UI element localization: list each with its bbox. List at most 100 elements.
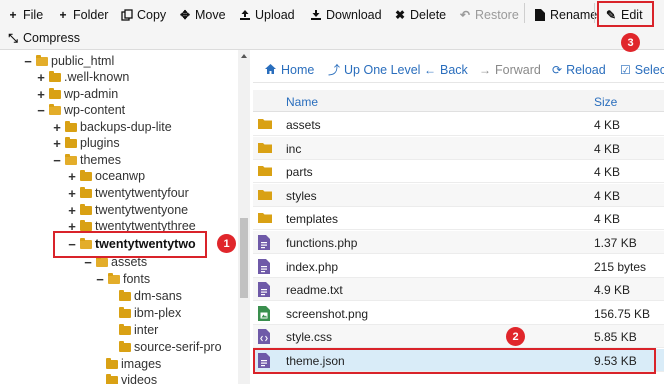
file-name: screenshot.png	[286, 306, 369, 321]
folder-icon	[65, 136, 77, 148]
rename-button[interactable]: Rename	[534, 4, 597, 26]
tree-highlight-box	[53, 231, 207, 258]
forward-button[interactable]: → Forward	[479, 63, 541, 77]
restore-button-label: Restore	[475, 8, 519, 22]
folder-icon	[258, 211, 272, 226]
table-row[interactable]: screenshot.png 156.75 KB	[253, 302, 664, 325]
tree-item-source-serif-pro[interactable]: source-serif-pro	[117, 339, 222, 355]
collapse-icon[interactable]: −	[51, 153, 63, 168]
scrollbar-thumb[interactable]	[240, 218, 248, 298]
restore-button[interactable]: ↶ Restore	[459, 4, 519, 26]
step-badge-2: 2	[506, 327, 525, 346]
table-row[interactable]: parts 4 KB	[253, 160, 664, 184]
file-size: 215 bytes	[594, 259, 647, 274]
tree-item-twentytwentyfour[interactable]: + twentytwentyfour	[66, 185, 189, 201]
expand-icon[interactable]: +	[35, 70, 47, 85]
delete-button[interactable]: ✖ Delete	[394, 4, 446, 26]
tree-item-videos[interactable]: videos	[104, 372, 157, 384]
table-row[interactable]: inc 4 KB	[253, 136, 664, 160]
home-button[interactable]: Home	[264, 63, 314, 77]
tree-scrollbar[interactable]	[238, 50, 250, 384]
tree-item-public-html[interactable]: − public_html	[22, 53, 114, 69]
up-one-level-label: Up One Level	[344, 63, 421, 77]
move-button-label: Move	[195, 8, 226, 22]
tree-item-fonts[interactable]: − fonts	[94, 271, 150, 287]
name-column-header[interactable]: Name	[286, 95, 318, 109]
expand-icon[interactable]: +	[66, 186, 78, 201]
collapse-icon[interactable]: −	[35, 103, 47, 118]
download-button-label: Download	[326, 8, 382, 22]
scroll-up-icon[interactable]	[241, 54, 247, 58]
tree-item-images[interactable]: images	[104, 356, 161, 372]
tree-item-well-known[interactable]: + .well-known	[35, 69, 129, 85]
tree-item-themes[interactable]: − themes	[51, 152, 121, 168]
expand-icon[interactable]: +	[35, 87, 47, 102]
tree-item-dm-sans[interactable]: dm-sans	[117, 288, 182, 304]
reload-button-label: Reload	[566, 63, 606, 77]
file-size: 5.85 KB	[594, 330, 637, 345]
file-size: 4 KB	[594, 141, 621, 156]
expand-icon[interactable]: +	[66, 203, 78, 218]
back-button[interactable]: ← Back	[424, 63, 468, 77]
file-size: 4 KB	[594, 165, 621, 180]
table-row[interactable]: functions.php 1.37 KB	[253, 231, 664, 254]
tree-item-twentytwentyone[interactable]: + twentytwentyone	[66, 202, 188, 218]
expand-icon[interactable]: +	[66, 169, 78, 184]
folder-icon	[258, 188, 272, 203]
tree-item-wp-admin[interactable]: + wp-admin	[35, 86, 118, 102]
tree-item-oceanwp[interactable]: + oceanwp	[66, 168, 145, 184]
tree-item-label: ibm-plex	[134, 306, 182, 320]
text-file-icon	[258, 258, 272, 274]
file-size: 1.37 KB	[594, 236, 637, 250]
tree-item-label: oceanwp	[95, 169, 146, 183]
move-icon: ✥	[179, 8, 191, 22]
file-name: functions.php	[286, 236, 358, 250]
plus-icon: +	[59, 8, 67, 22]
file-size: 4 KB	[594, 212, 621, 227]
folder-button[interactable]: + Folder	[57, 4, 108, 26]
file-size: 4 KB	[594, 118, 621, 132]
table-header: Name Size	[253, 90, 664, 112]
file-button[interactable]: + File	[7, 4, 43, 26]
up-one-level-button[interactable]: ⤴ Up One Level	[328, 63, 420, 77]
reload-button[interactable]: ⟳ Reload	[552, 63, 606, 77]
folder-icon	[258, 164, 272, 179]
text-file-icon	[258, 235, 272, 250]
tree-item-label: public_html	[51, 54, 115, 68]
arrow-right-icon: →	[479, 63, 491, 77]
compress-icon: ⤡	[8, 31, 18, 45]
size-column-header[interactable]: Size	[594, 95, 617, 109]
move-button[interactable]: ✥ Move	[179, 4, 226, 26]
upload-button[interactable]: Upload	[239, 4, 295, 26]
file-name: inc	[286, 141, 302, 156]
select-all-button[interactable]: ☑ Selec	[620, 63, 664, 77]
toolbar: + File + Folder Copy ✥ Move Upload Downl…	[0, 0, 664, 50]
tree-item-inter[interactable]: inter	[117, 322, 158, 338]
select-all-label: Selec	[634, 63, 664, 77]
tree-item-plugins[interactable]: + plugins	[51, 135, 119, 151]
file-size: 4 KB	[594, 188, 621, 203]
table-row[interactable]: style.css 5.85 KB	[253, 325, 664, 349]
plus-icon: +	[9, 8, 17, 22]
expand-icon[interactable]: +	[51, 136, 63, 151]
table-row[interactable]: templates 4 KB	[253, 207, 664, 231]
table-row[interactable]: index.php 215 bytes	[253, 255, 664, 278]
tree-item-backups-dup-lite[interactable]: + backups-dup-lite	[51, 119, 172, 135]
table-row[interactable]: assets 4 KB	[253, 113, 664, 136]
edit-button[interactable]: ✎ Edit	[605, 4, 643, 26]
file-list-pane: Home ⤴ Up One Level ← Back → Forward ⟳ R…	[253, 50, 664, 384]
tree-item-label: dm-sans	[134, 289, 182, 303]
tree-item-ibm-plex[interactable]: ibm-plex	[117, 305, 181, 321]
image-file-icon	[258, 305, 272, 321]
pencil-icon: ✎	[605, 8, 617, 22]
compress-button[interactable]: ⤡ Compress	[7, 27, 80, 49]
collapse-icon[interactable]: −	[22, 54, 34, 69]
expand-icon[interactable]: +	[51, 120, 63, 135]
download-button[interactable]: Download	[310, 4, 382, 26]
tree-item-label: inter	[134, 323, 159, 337]
tree-item-wp-content[interactable]: − wp-content	[35, 102, 125, 118]
table-row[interactable]: readme.txt 4.9 KB	[253, 278, 664, 302]
copy-button[interactable]: Copy	[121, 4, 166, 26]
table-row[interactable]: styles 4 KB	[253, 183, 664, 207]
collapse-icon[interactable]: −	[94, 272, 106, 287]
